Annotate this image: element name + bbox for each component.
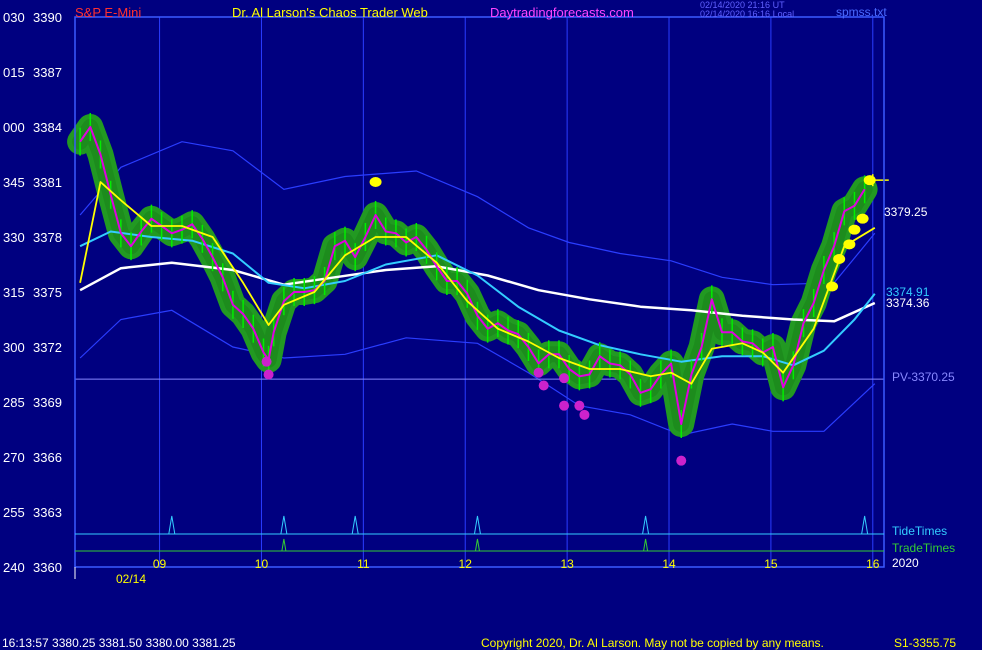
y-tick-left: 300 xyxy=(3,340,25,355)
tide-spike xyxy=(861,515,869,535)
tide-spike xyxy=(168,515,176,535)
magenta-dot xyxy=(559,373,570,384)
symbol-label: S&P E-Mini xyxy=(75,5,142,20)
yellow-dot xyxy=(848,224,861,235)
y-tick-price: 3372 xyxy=(33,340,62,355)
page-title: Dr. Al Larson's Chaos Trader Web xyxy=(232,5,428,20)
y-tick-price: 3387 xyxy=(33,65,62,80)
magenta-dot xyxy=(579,409,590,420)
yellow-dot xyxy=(826,281,839,292)
x-tick-13: 13 xyxy=(560,557,574,571)
y-tick-left: 270 xyxy=(3,450,25,465)
trade-spike xyxy=(474,538,480,552)
last-price-label: 3379.25 xyxy=(884,205,928,219)
band-upper xyxy=(79,141,876,286)
ma-slow-label: 3374.36 xyxy=(886,296,930,310)
magenta-dot xyxy=(559,400,570,411)
tide-times-label: TideTimes xyxy=(892,524,948,538)
file-name: spmss.txt xyxy=(836,5,887,19)
magenta-dot xyxy=(676,455,687,466)
x-tick-14: 14 xyxy=(662,557,676,571)
chart-canvas: 030 3390 015 3387 000 3384 345 3381 330 3378 315 33… xyxy=(3,10,889,579)
magenta-dot xyxy=(533,367,544,378)
last-quote: 16:13:57 3380.25 3381.50 3380.00 3381.25 xyxy=(2,636,236,650)
tide-spike xyxy=(473,515,481,535)
y-tick-price: 3390 xyxy=(33,10,62,25)
y-tick-price: 3375 xyxy=(33,285,62,300)
y-tick-left: 000 xyxy=(3,120,25,135)
y-tick-price: 3369 xyxy=(33,395,62,410)
y-tick-price: 3384 xyxy=(33,120,62,135)
y-tick-price: 3378 xyxy=(33,230,62,245)
y-tick-price: 3360 xyxy=(33,560,62,575)
y-tick-price: 3381 xyxy=(33,175,62,190)
year-label: 2020 xyxy=(892,556,919,570)
tide-spike xyxy=(280,515,288,535)
y-tick-left: 255 xyxy=(3,505,25,520)
x-tick-16: 16 xyxy=(866,557,880,571)
magenta-dot xyxy=(574,400,585,411)
yellow-dot xyxy=(856,213,869,224)
y-tick-left: 030 xyxy=(3,10,25,25)
y-tick-left: 330 xyxy=(3,230,25,245)
date-label: 02/14 xyxy=(116,572,147,586)
x-tick-10: 10 xyxy=(255,557,269,571)
y-tick-price: 3366 xyxy=(33,450,62,465)
y-tick-left: 240 xyxy=(3,560,25,575)
site-link[interactable]: Daytradingforecasts.com xyxy=(490,5,634,20)
tide-spike xyxy=(642,515,650,535)
yellow-dot xyxy=(843,239,856,250)
magenta-dot xyxy=(263,369,274,380)
yellow-dot xyxy=(833,254,846,264)
y-tick-left: 285 xyxy=(3,395,25,410)
x-tick-11: 11 xyxy=(357,557,370,571)
pivot-label: PV-3370.25 xyxy=(892,370,955,384)
x-tick-09: 09 xyxy=(153,557,167,571)
y-tick-left: 345 xyxy=(3,175,25,190)
copyright: Copyright 2020, Dr. Al Larson. May not b… xyxy=(481,636,824,650)
magenta-dot xyxy=(538,380,549,391)
trade-spike xyxy=(643,538,649,552)
tide-spike xyxy=(351,515,359,535)
trade-times-label: TradeTimes xyxy=(892,541,956,555)
local-time: 02/14/2020 16:16 Local xyxy=(700,9,795,19)
x-tick-15: 15 xyxy=(764,557,778,571)
trade-spike xyxy=(281,538,287,552)
yellow-dot xyxy=(369,177,382,187)
y-tick-left: 315 xyxy=(3,285,25,300)
axis-labels: 030 3390 015 3387 000 3384 345 3381 330 3378 315 33… xyxy=(3,10,880,579)
magenta-dot xyxy=(261,356,272,367)
s1-level: S1-3355.75 xyxy=(894,636,957,650)
y-tick-left: 015 xyxy=(3,65,25,80)
x-tick-12: 12 xyxy=(459,557,473,571)
y-tick-price: 3363 xyxy=(33,505,62,520)
